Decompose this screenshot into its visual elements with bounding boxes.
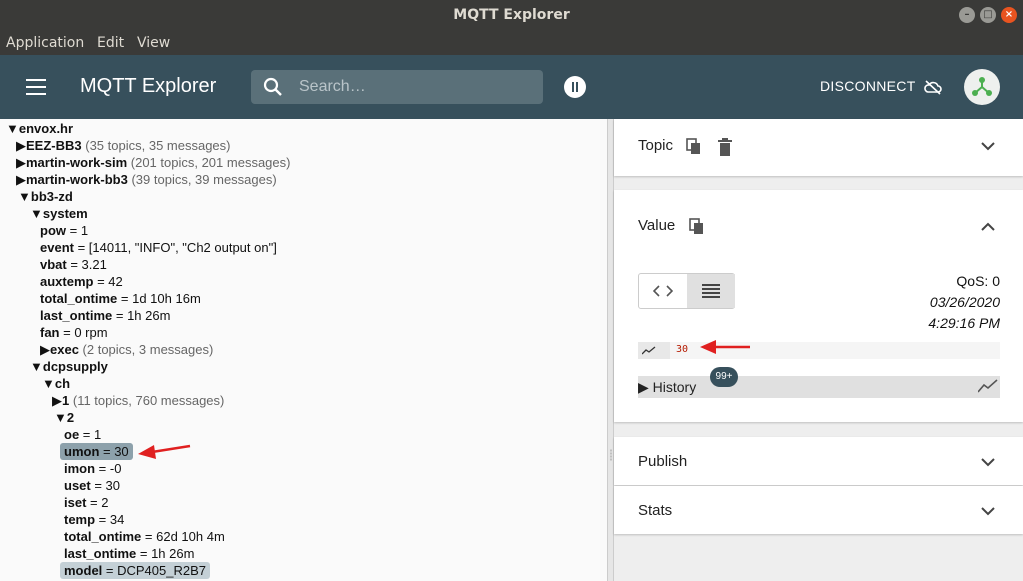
tree-leaf[interactable]: uset = 30	[64, 477, 120, 494]
search-input[interactable]	[299, 76, 529, 98]
tree-node[interactable]: ▼dcpsupply	[30, 358, 108, 375]
message-date: 03/26/2020	[929, 294, 1000, 310]
tree-node[interactable]: ▶EEZ-BB3 (35 topics, 35 messages)	[16, 137, 230, 154]
topic-label: Topic	[638, 137, 674, 154]
tree-node[interactable]: ▶martin-work-sim (201 topics, 201 messag…	[16, 154, 290, 171]
tree-leaf[interactable]: imon = -0	[64, 460, 121, 477]
value-text: 30	[676, 344, 689, 355]
menu-icon[interactable]	[26, 79, 46, 95]
tree-leaf[interactable]: temp = 34	[64, 511, 124, 528]
window-title: MQTT Explorer	[453, 7, 570, 23]
chart-icon[interactable]	[978, 379, 998, 393]
tree-leaf[interactable]: vbat = 3.21	[40, 256, 107, 273]
menu-bar: Application Edit View	[0, 30, 1023, 55]
tree-leaf[interactable]: total_ontime = 1d 10h 16m	[40, 290, 201, 307]
annotation-arrow-icon	[138, 444, 191, 459]
tree-node[interactable]: ▼envox.hr	[6, 120, 73, 137]
search-icon	[263, 77, 282, 96]
history-count-badge: 99+	[710, 367, 738, 387]
chevron-down-icon[interactable]	[981, 457, 995, 467]
cloud-off-icon	[924, 80, 942, 95]
tree-node[interactable]: ▶martin-work-bb3 (39 topics, 39 messages…	[16, 171, 277, 188]
view-mode-toggle	[638, 273, 735, 309]
chart-icon	[642, 346, 656, 355]
app-bar: MQTT Explorer DISCONNECT	[0, 55, 1023, 119]
qos-text: QoS: 0	[956, 273, 1000, 289]
topic-tree: ▼envox.hr ▶EEZ-BB3 (35 topics, 35 messag…	[0, 119, 607, 581]
publish-label: Publish	[638, 453, 688, 470]
tree-leaf-selected[interactable]: umon = 30	[60, 443, 133, 460]
code-view-icon[interactable]	[653, 285, 673, 297]
delete-icon[interactable]	[718, 138, 732, 156]
window-titlebar: MQTT Explorer – □ ×	[0, 0, 1023, 30]
details-panel: Topic Value QoS: 0 03/26/2020 4:29:16 PM…	[614, 119, 1023, 581]
copy-icon[interactable]	[686, 138, 702, 156]
maximize-icon[interactable]: □	[980, 7, 996, 23]
copy-icon[interactable]	[689, 218, 705, 236]
disconnect-button[interactable]: DISCONNECT	[820, 78, 916, 94]
menu-view[interactable]: View	[137, 35, 170, 51]
tree-node[interactable]: ▼2	[54, 409, 74, 426]
tree-leaf[interactable]: fan = 0 rpm	[40, 324, 108, 341]
tree-node[interactable]: ▼bb3-zd	[18, 188, 73, 205]
lines-icon	[702, 284, 720, 298]
history-label: ▶ History	[638, 379, 697, 395]
stats-section[interactable]: Stats	[614, 486, 1023, 534]
tree-leaf[interactable]: last_ontime = 1h 26m	[64, 545, 194, 562]
pane-splitter[interactable]	[607, 119, 614, 581]
tree-leaf[interactable]: model = DCP405_R2B7	[60, 562, 210, 579]
tree-node[interactable]: ▼ch	[42, 375, 70, 392]
tree-leaf[interactable]: oe = 1	[64, 426, 101, 443]
close-icon[interactable]: ×	[1001, 7, 1017, 23]
tree-leaf[interactable]: auxtemp = 42	[40, 273, 123, 290]
value-label: Value	[638, 217, 676, 234]
tree-leaf[interactable]: last_ontime = 1h 26m	[40, 307, 170, 324]
stats-label: Stats	[638, 502, 673, 519]
tree-node[interactable]: ▼system	[30, 205, 88, 222]
history-toggle[interactable]: ▶ History	[638, 376, 1000, 398]
tree-leaf[interactable]: iset = 2	[64, 494, 108, 511]
network-icon	[972, 77, 992, 96]
tree-leaf[interactable]: pow = 1	[40, 222, 88, 239]
topic-section[interactable]: Topic	[614, 119, 1023, 176]
sparkline-toggle[interactable]	[638, 342, 670, 359]
annotation-arrow-icon	[700, 340, 750, 354]
pause-button[interactable]	[564, 76, 586, 98]
app-title: MQTT Explorer	[80, 75, 217, 97]
menu-application[interactable]: Application	[6, 35, 84, 51]
message-time: 4:29:16 PM	[928, 315, 1000, 331]
tree-leaf[interactable]: total_ontime = 62d 10h 4m	[64, 528, 225, 545]
publish-section[interactable]: Publish	[614, 437, 1023, 485]
tree-leaf[interactable]: event = [14011, "INFO", "Ch2 output on"]	[40, 239, 277, 256]
connection-avatar[interactable]	[964, 69, 1000, 105]
window-controls: – □ ×	[959, 7, 1017, 23]
chevron-down-icon[interactable]	[981, 141, 995, 151]
chevron-up-icon[interactable]	[981, 222, 995, 232]
raw-view-button[interactable]	[687, 274, 735, 308]
tree-node[interactable]: ▶1 (11 topics, 760 messages)	[52, 392, 224, 409]
search-box	[251, 70, 543, 104]
minimize-icon[interactable]: –	[959, 7, 975, 23]
chevron-down-icon[interactable]	[981, 506, 995, 516]
menu-edit[interactable]: Edit	[97, 35, 124, 51]
tree-node[interactable]: ▶exec (2 topics, 3 messages)	[40, 341, 213, 358]
value-row: 30	[638, 342, 1000, 359]
